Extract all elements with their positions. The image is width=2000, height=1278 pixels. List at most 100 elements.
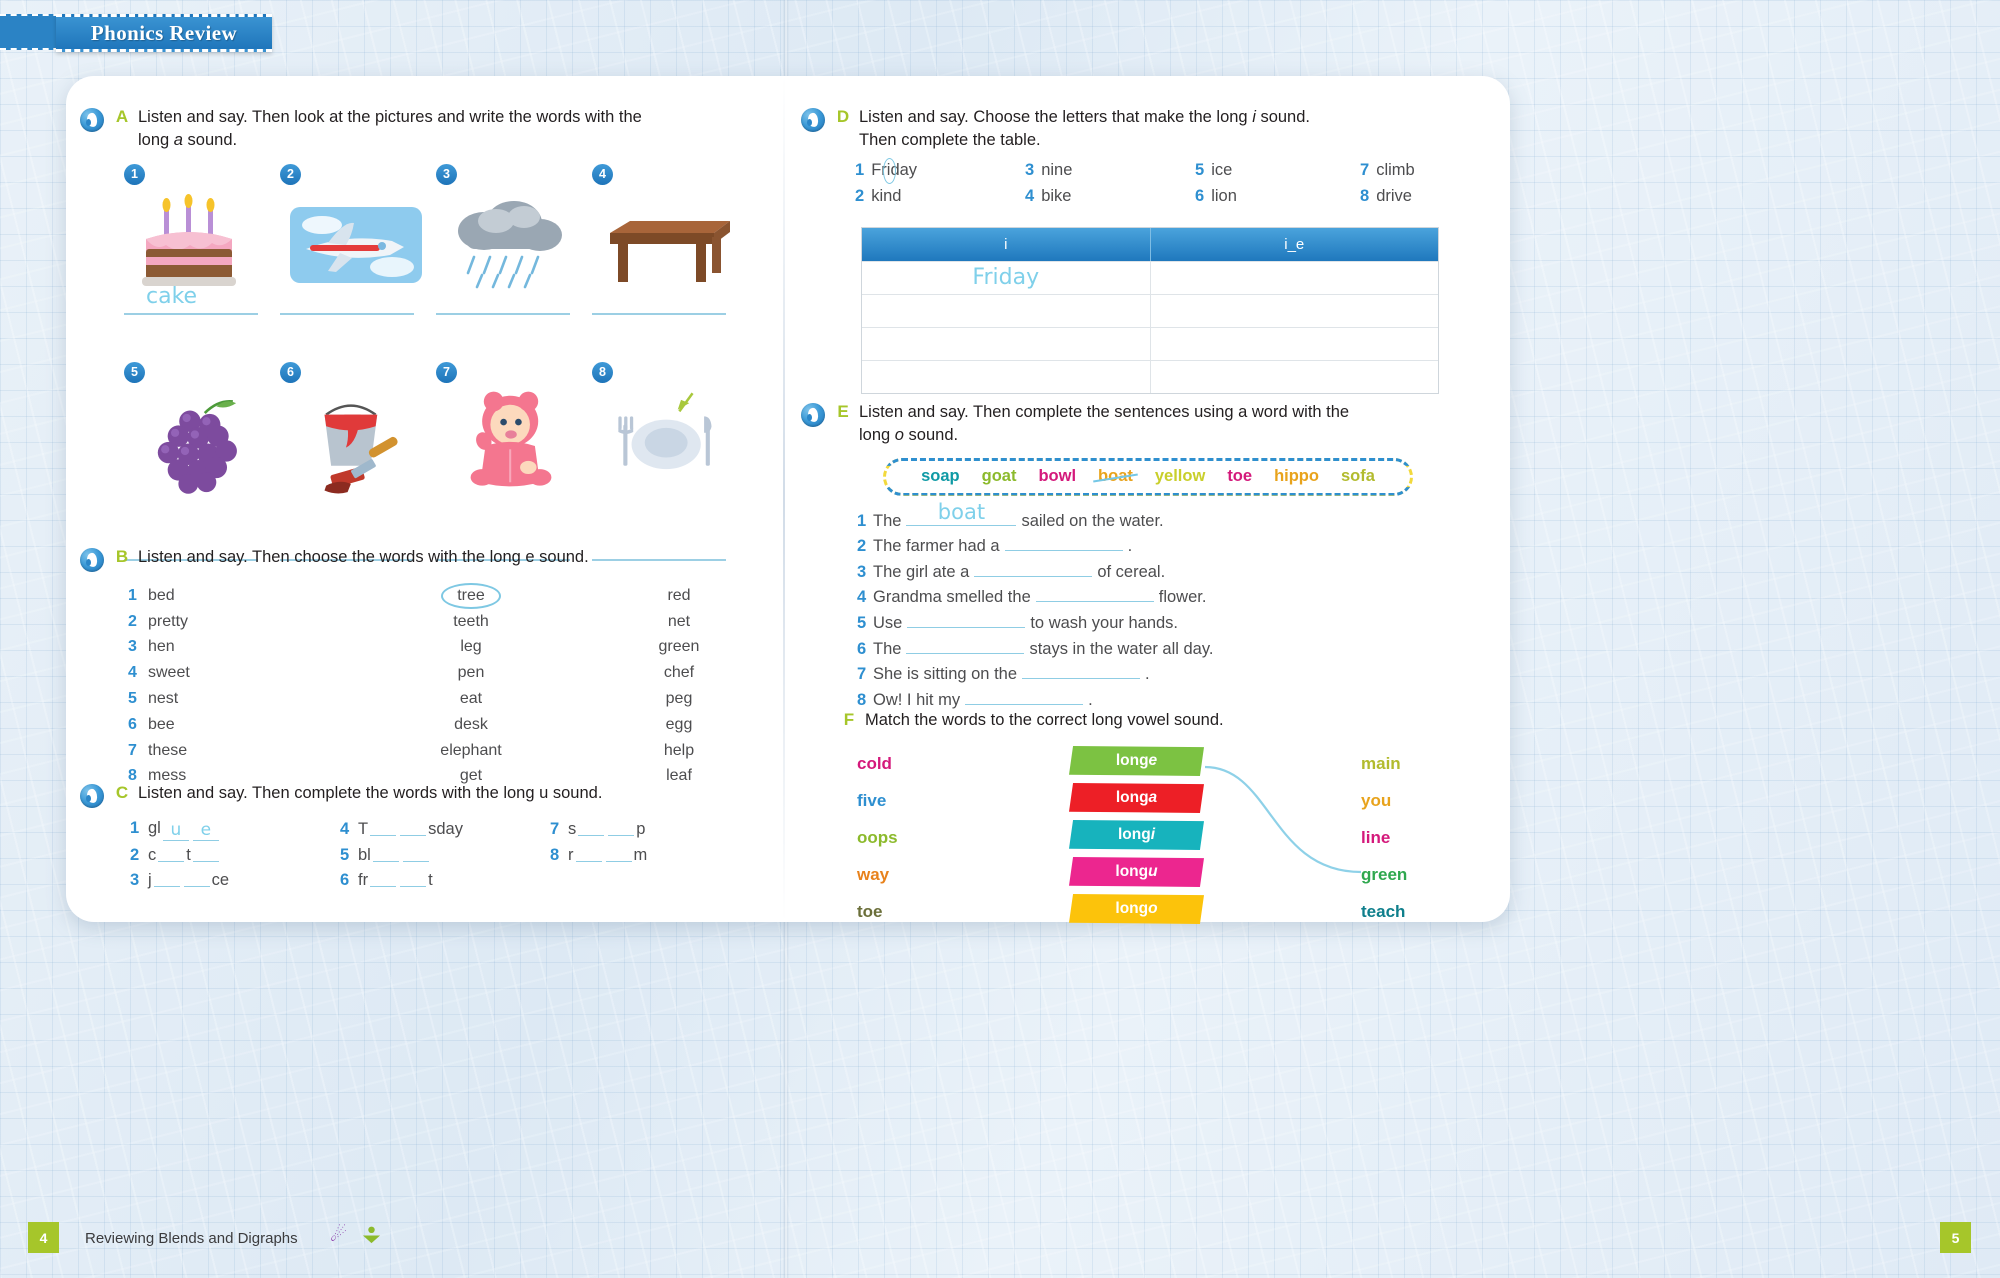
word-option[interactable]: green <box>589 638 769 656</box>
table-cell[interactable]: Friday <box>862 261 1151 294</box>
word-blank[interactable]: gl u e <box>148 819 358 841</box>
table-cell[interactable] <box>1151 361 1439 393</box>
word-option[interactable]: help <box>589 742 769 760</box>
match-word-right[interactable]: green <box>1361 857 1407 894</box>
word-item[interactable]: 2 kind <box>855 187 901 206</box>
vowel-banner-long-o[interactable]: long o <box>1069 893 1204 924</box>
word-item[interactable]: 7 climb <box>1360 161 1415 180</box>
word-bank-item[interactable]: hippo <box>1274 467 1319 486</box>
word-item[interactable]: 5 ice <box>1195 161 1232 180</box>
blank[interactable] <box>400 870 427 887</box>
match-word-left[interactable]: toe <box>857 894 898 931</box>
audio-icon[interactable] <box>801 403 825 427</box>
sentence-blank[interactable] <box>1022 662 1141 680</box>
blank[interactable] <box>400 819 427 836</box>
word-item[interactable]: 4 bike <box>1025 187 1071 206</box>
vowel-banner-long-e[interactable]: long e <box>1069 745 1204 776</box>
answer-line[interactable] <box>280 312 414 315</box>
word-item[interactable]: 3 nine <box>1025 161 1072 180</box>
word-blank[interactable]: bl <box>358 845 568 865</box>
word-item[interactable]: 8 drive <box>1360 187 1412 206</box>
answer-line[interactable] <box>592 312 726 315</box>
blank[interactable] <box>605 845 632 862</box>
word-option[interactable]: teeth <box>353 613 589 631</box>
blank[interactable] <box>153 870 180 887</box>
sentence-blank[interactable] <box>974 560 1093 577</box>
word-option-circled[interactable]: tree <box>353 582 589 609</box>
match-word-left[interactable]: cold <box>857 746 898 783</box>
sentence-blank[interactable] <box>906 637 1025 654</box>
word-option[interactable]: nest <box>148 690 353 708</box>
table-cell[interactable] <box>1151 295 1439 327</box>
word-option[interactable]: red <box>589 587 769 605</box>
blank[interactable] <box>192 845 219 862</box>
word-blank[interactable]: fr t <box>358 870 568 890</box>
word-option[interactable]: bee <box>148 716 353 734</box>
word-option[interactable]: leg <box>353 638 589 656</box>
answer-line[interactable]: cake <box>124 284 258 315</box>
word-bank-item[interactable]: bowl <box>1038 467 1076 486</box>
word-blank[interactable]: Tsday <box>358 819 568 839</box>
blank[interactable] <box>370 819 397 836</box>
word-option[interactable]: hen <box>148 638 353 656</box>
word-option[interactable]: net <box>589 613 769 631</box>
word-blank[interactable]: sp <box>568 819 778 839</box>
word-option[interactable]: eat <box>353 690 589 708</box>
vowel-banner-long-i[interactable]: long i <box>1069 819 1204 850</box>
match-word-left[interactable]: way <box>857 857 898 894</box>
blank[interactable] <box>370 870 397 887</box>
word-bank-item-used[interactable]: boat <box>1098 467 1133 486</box>
word-bank-item[interactable]: toe <box>1227 467 1252 486</box>
word-option[interactable]: desk <box>353 716 589 734</box>
sentence-blank[interactable]: boat <box>906 500 1017 526</box>
table-cell[interactable] <box>862 294 1151 327</box>
blank[interactable] <box>575 845 602 862</box>
vowel-banner-long-a[interactable]: long a <box>1069 782 1204 813</box>
audio-icon[interactable] <box>80 548 104 572</box>
word-bank-item[interactable]: sofa <box>1341 467 1375 486</box>
table-cell[interactable] <box>862 327 1151 360</box>
table-cell[interactable] <box>1151 262 1439 294</box>
word-option[interactable]: elephant <box>353 742 589 760</box>
word-option[interactable]: chef <box>589 664 769 682</box>
sentence-blank[interactable] <box>1035 585 1154 603</box>
blank[interactable] <box>608 819 635 836</box>
vowel-banner-long-u[interactable]: long u <box>1069 856 1204 887</box>
word-blank[interactable]: ct <box>148 845 358 865</box>
sentence-blank[interactable] <box>907 611 1026 628</box>
word-option[interactable]: bed <box>148 587 353 605</box>
word-bank-item[interactable]: goat <box>982 467 1017 486</box>
audio-icon[interactable] <box>801 108 825 132</box>
match-word-right[interactable]: teach <box>1361 894 1407 931</box>
word-bank-item[interactable]: yellow <box>1155 467 1205 486</box>
table-cell[interactable] <box>862 360 1151 393</box>
match-word-right[interactable]: line <box>1361 820 1407 857</box>
table-cell[interactable] <box>1151 328 1439 360</box>
audio-icon[interactable] <box>80 108 104 132</box>
match-word-right[interactable]: main <box>1361 746 1407 783</box>
word-option[interactable]: pretty <box>148 613 353 631</box>
blank[interactable] <box>183 870 210 887</box>
blank[interactable] <box>158 845 185 862</box>
word-option[interactable]: egg <box>589 716 769 734</box>
word-option[interactable]: peg <box>589 690 769 708</box>
sentence-blank[interactable] <box>1004 534 1123 552</box>
word-blank[interactable]: j ce <box>148 870 358 890</box>
word-item[interactable]: 1 Friday <box>855 158 917 185</box>
blank[interactable] <box>372 845 399 862</box>
sentence-pre: The girl ate a <box>873 562 970 581</box>
word-item[interactable]: 6 lion <box>1195 187 1237 206</box>
audio-icon[interactable] <box>80 784 104 808</box>
word-bank-item[interactable]: soap <box>921 467 960 486</box>
word-blank[interactable]: rm <box>568 845 778 865</box>
word-option[interactable]: pen <box>353 664 589 682</box>
match-word-right[interactable]: you <box>1361 783 1407 820</box>
word-option[interactable]: these <box>148 742 353 760</box>
answer-line[interactable] <box>436 312 570 315</box>
sentence-blank[interactable] <box>965 688 1084 705</box>
match-word-left[interactable]: oops <box>857 820 898 857</box>
match-word-left[interactable]: five <box>857 783 898 820</box>
word-option[interactable]: sweet <box>148 664 353 682</box>
blank[interactable] <box>402 845 429 862</box>
blank[interactable] <box>578 819 605 836</box>
